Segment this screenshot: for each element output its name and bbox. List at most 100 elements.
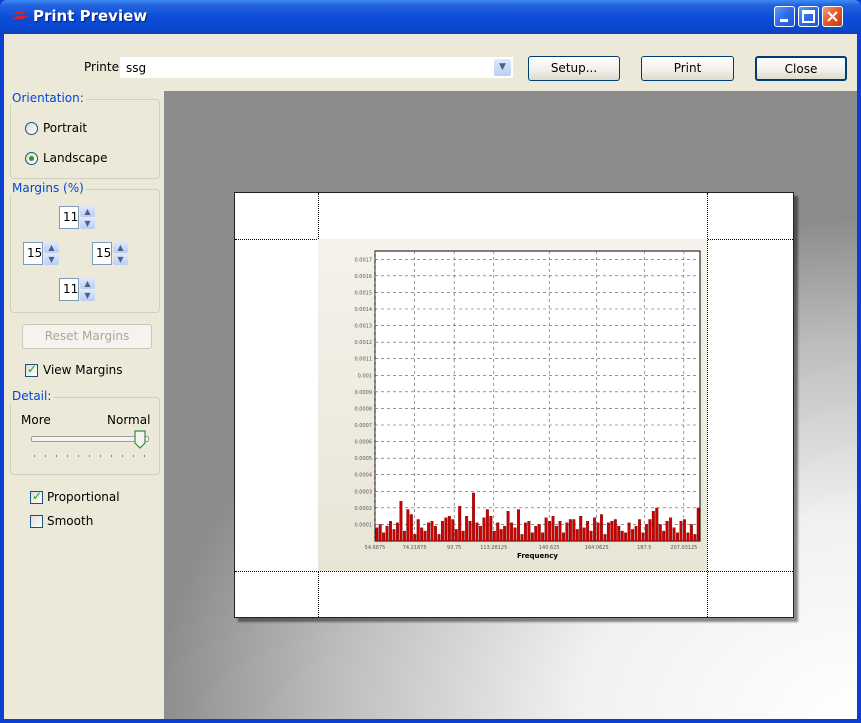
bar bbox=[624, 532, 628, 542]
bar bbox=[606, 522, 610, 542]
y-tick-label: 0.0009 bbox=[355, 390, 373, 396]
minimize-button[interactable] bbox=[774, 6, 795, 27]
bar bbox=[503, 525, 507, 542]
bar bbox=[537, 524, 541, 542]
bar bbox=[413, 534, 417, 542]
chevron-down-icon[interactable]: ▼ bbox=[113, 254, 128, 265]
slider-tick-marks bbox=[34, 455, 145, 457]
bar bbox=[579, 515, 583, 542]
printer-select[interactable]: ssg ▼ bbox=[120, 57, 513, 78]
margin-line-bottom bbox=[235, 571, 793, 572]
bar bbox=[641, 532, 645, 542]
bar bbox=[658, 524, 662, 542]
margin-top-stepper[interactable]: 11 ▲ ▼ bbox=[59, 206, 95, 229]
bar bbox=[423, 530, 427, 542]
chevron-up-icon[interactable]: ▲ bbox=[44, 242, 59, 253]
margin-bottom-stepper[interactable]: 11 ▲ ▼ bbox=[59, 278, 95, 301]
view-margins-label[interactable]: View Margins bbox=[43, 363, 123, 377]
bar bbox=[530, 532, 534, 542]
bar bbox=[475, 522, 479, 542]
chevron-down-icon[interactable]: ▼ bbox=[80, 218, 95, 229]
bar bbox=[555, 525, 558, 542]
bar bbox=[620, 530, 624, 542]
smooth-label[interactable]: Smooth bbox=[47, 514, 93, 528]
margin-right-stepper[interactable]: 15 ▲ ▼ bbox=[92, 242, 128, 265]
bar bbox=[458, 506, 462, 542]
chevron-up-icon[interactable]: ▲ bbox=[80, 278, 95, 289]
landscape-label[interactable]: Landscape bbox=[43, 151, 107, 165]
chevron-down-icon[interactable]: ▼ bbox=[80, 290, 95, 301]
maximize-button[interactable] bbox=[798, 6, 819, 27]
chevron-up-icon[interactable]: ▲ bbox=[80, 206, 95, 217]
bar bbox=[589, 530, 593, 542]
proportional-checkbox[interactable]: ✓ bbox=[30, 489, 43, 504]
y-tick-label: 0.0014 bbox=[355, 307, 373, 313]
bar bbox=[548, 520, 552, 542]
bar bbox=[434, 525, 437, 542]
bar bbox=[662, 530, 666, 542]
bar bbox=[396, 522, 399, 542]
x-tick-label: 54.6875 bbox=[365, 545, 386, 551]
margin-top-input[interactable]: 11 bbox=[59, 206, 79, 229]
setup-button[interactable]: Setup... bbox=[528, 56, 620, 81]
print-preview-window: Print Preview Printer: ssg ▼ Setup... Pr… bbox=[0, 0, 861, 723]
bar bbox=[575, 529, 579, 542]
bar bbox=[631, 529, 635, 542]
bar bbox=[551, 515, 555, 542]
margin-left-stepper[interactable]: 15 ▲ ▼ bbox=[23, 242, 59, 265]
proportional-label[interactable]: Proportional bbox=[47, 490, 120, 504]
printer-bar: Printer: ssg ▼ Setup... Print Close bbox=[4, 34, 857, 91]
portrait-radio[interactable] bbox=[25, 122, 38, 135]
reset-margins-button[interactable]: Reset Margins bbox=[22, 324, 152, 349]
y-tick-label: 0.0001 bbox=[355, 522, 373, 528]
view-margins-checkbox[interactable]: ✓ bbox=[25, 362, 38, 377]
bar bbox=[420, 527, 424, 542]
radio-selected-dot bbox=[29, 156, 34, 161]
margin-right-input[interactable]: 15 bbox=[92, 242, 112, 265]
bar bbox=[523, 522, 527, 542]
chevron-down-icon[interactable]: ▼ bbox=[44, 254, 59, 265]
print-button[interactable]: Print bbox=[641, 56, 734, 81]
y-tick-label: 0.0006 bbox=[355, 440, 373, 446]
preview-area[interactable]: 0.0001 0.0002 0.0003 0.0004 0.0005 0.0006 0.00… bbox=[164, 91, 857, 719]
bar bbox=[440, 520, 444, 542]
margin-bottom-input[interactable]: 11 bbox=[59, 278, 79, 301]
y-tick-label: 0.0003 bbox=[355, 489, 373, 495]
portrait-label[interactable]: Portrait bbox=[43, 121, 87, 135]
chevron-down-icon[interactable]: ▼ bbox=[494, 59, 511, 76]
title-bar[interactable]: Print Preview bbox=[0, 0, 861, 34]
y-tick-label: 0.001 bbox=[358, 373, 372, 379]
bar bbox=[568, 519, 572, 542]
printer-value: ssg bbox=[126, 61, 147, 75]
bar bbox=[693, 534, 697, 542]
bar bbox=[499, 529, 503, 542]
landscape-radio[interactable] bbox=[25, 152, 38, 165]
detail-slider-track[interactable] bbox=[31, 436, 149, 442]
x-axis-label: Frequency bbox=[517, 552, 558, 560]
close-button[interactable]: Close bbox=[755, 56, 847, 81]
bar bbox=[375, 527, 379, 542]
bar bbox=[586, 520, 590, 542]
orientation-group: Orientation: bbox=[10, 91, 160, 179]
bar bbox=[444, 517, 448, 542]
bar bbox=[392, 529, 396, 542]
y-tick-label: 0.0012 bbox=[355, 340, 373, 346]
x-tick-label: 140.625 bbox=[539, 545, 560, 551]
bar bbox=[399, 501, 403, 542]
margins-title: Margins (%) bbox=[10, 181, 86, 195]
bar bbox=[686, 532, 690, 542]
bar bbox=[610, 520, 614, 542]
margin-line-right bbox=[707, 193, 708, 617]
chevron-up-icon[interactable]: ▲ bbox=[113, 242, 128, 253]
detail-slider-thumb[interactable] bbox=[134, 430, 146, 450]
x-tick-label: 164.0625 bbox=[585, 545, 609, 551]
bar bbox=[689, 524, 693, 542]
bar bbox=[603, 534, 607, 542]
x-tick-label: 207.03125 bbox=[670, 545, 697, 551]
window-close-button[interactable] bbox=[822, 6, 843, 27]
bar bbox=[468, 520, 472, 542]
bar bbox=[665, 520, 669, 542]
smooth-checkbox[interactable] bbox=[30, 515, 43, 528]
margin-left-input[interactable]: 15 bbox=[23, 242, 43, 265]
bar bbox=[517, 509, 520, 542]
